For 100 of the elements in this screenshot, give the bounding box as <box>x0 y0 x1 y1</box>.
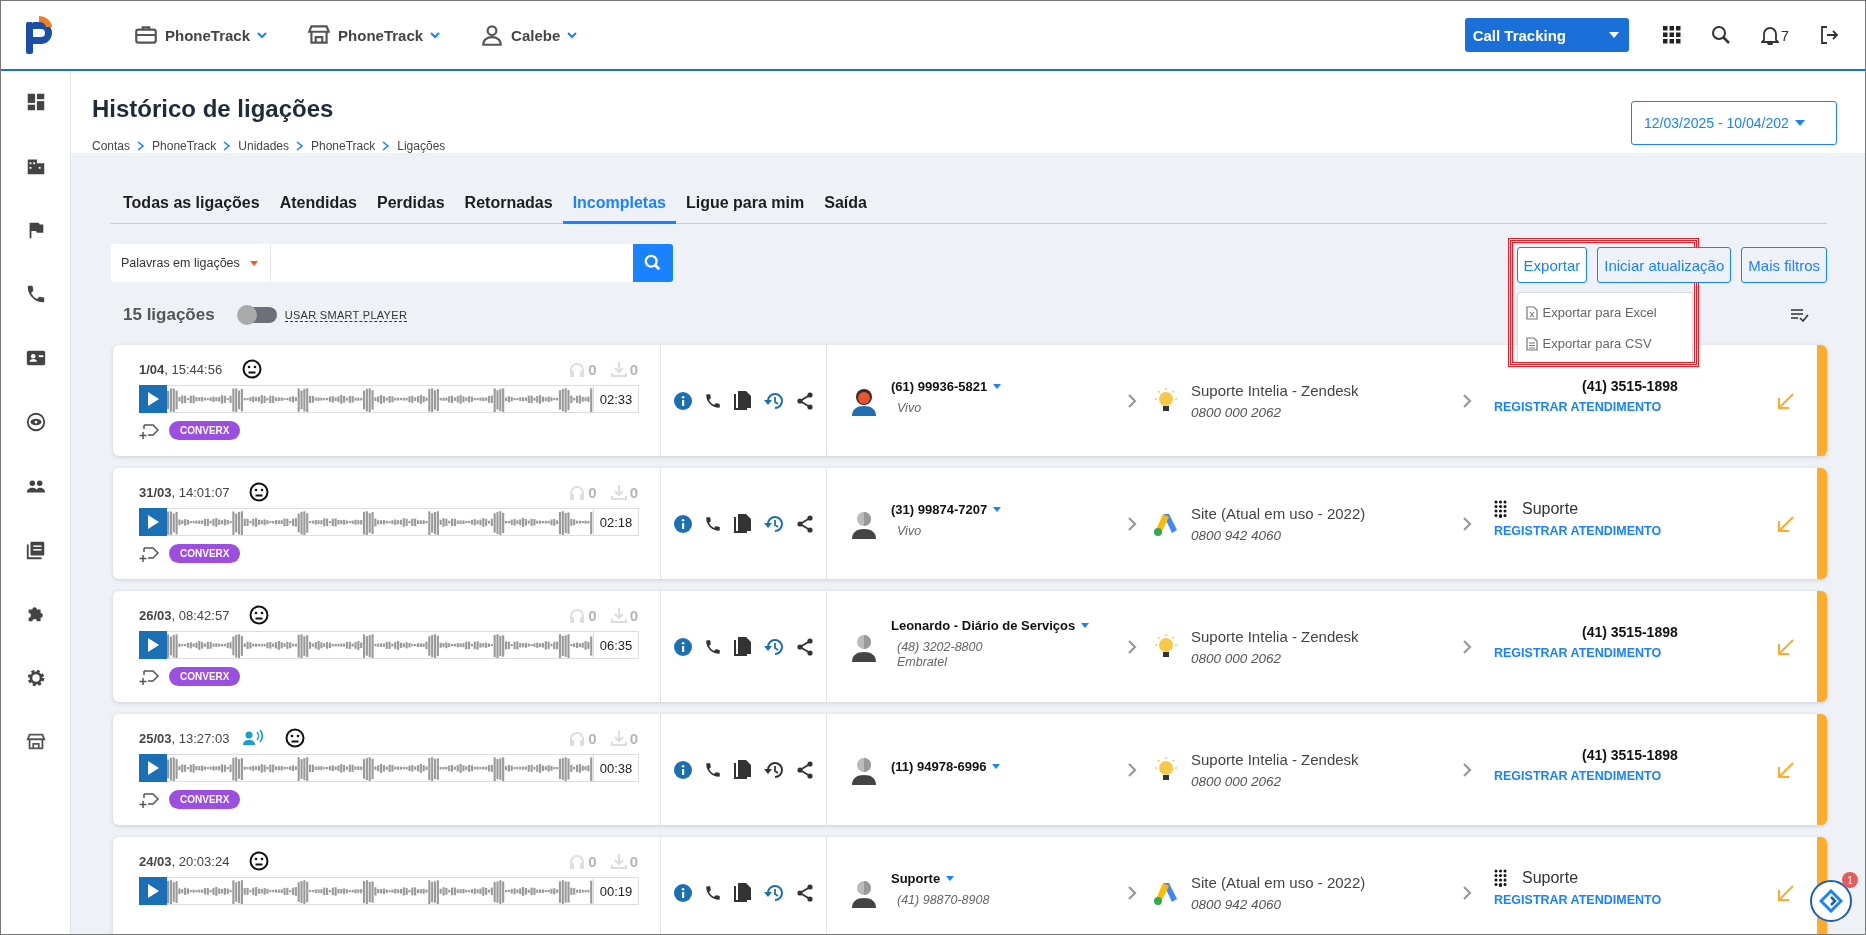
tab[interactable]: Atendidas <box>269 190 367 224</box>
product-dropdown[interactable]: Call Tracking <box>1464 18 1629 52</box>
sort-icon[interactable] <box>1791 308 1809 322</box>
tab[interactable]: Perdidas <box>367 190 455 224</box>
history-icon[interactable] <box>763 760 784 779</box>
account-menu[interactable]: Calebe <box>475 18 583 52</box>
breadcrumb-link[interactable]: Contas <box>92 139 131 153</box>
breadcrumb-link[interactable]: Unidades <box>238 139 289 153</box>
menu-item[interactable]: Exportar para CSV <box>1517 328 1692 359</box>
copy-icon[interactable] <box>733 513 752 534</box>
share-icon[interactable] <box>795 637 814 656</box>
phone-icon[interactable] <box>703 760 722 779</box>
caret-icon[interactable] <box>1081 622 1090 628</box>
notifications-button[interactable]: 7 <box>1754 19 1795 51</box>
filter-dropdown[interactable]: Palavras em ligações <box>111 244 271 282</box>
copy-icon[interactable] <box>733 882 752 903</box>
destination-name: Suporte <box>1522 499 1579 518</box>
register-link[interactable]: REGISTRAR ATENDIMENTO <box>1494 768 1662 783</box>
incoming-arrow-icon <box>1777 883 1795 902</box>
caller-detail: Embratel <box>897 654 949 670</box>
info-icon[interactable] <box>673 760 692 779</box>
share-icon[interactable] <box>795 760 814 779</box>
phone-icon[interactable] <box>703 883 722 902</box>
info-icon[interactable] <box>673 637 692 656</box>
incoming-arrow-icon <box>1777 514 1795 533</box>
share-icon[interactable] <box>795 883 814 902</box>
keypad-icon <box>1494 868 1508 887</box>
caller-name: (11) 94978-6996 <box>891 759 987 774</box>
add-tag-icon[interactable] <box>139 544 159 563</box>
keypad-icon <box>1494 499 1508 518</box>
neutral-face-icon <box>249 605 270 625</box>
phone-icon[interactable] <box>703 637 722 656</box>
download-icon <box>610 607 627 623</box>
add-tag-icon[interactable] <box>139 790 159 809</box>
tab[interactable]: Todas as ligações <box>113 190 270 224</box>
play-icon <box>147 638 159 652</box>
copy-icon[interactable] <box>733 390 752 411</box>
call-duration: 02:18 <box>593 509 638 535</box>
tab[interactable]: Ligue para mim <box>676 190 815 224</box>
caret-icon[interactable] <box>993 507 1002 512</box>
phone-icon[interactable] <box>703 514 722 533</box>
caret-icon[interactable] <box>993 384 1002 389</box>
share-icon[interactable] <box>795 514 814 533</box>
play-button[interactable] <box>139 631 167 659</box>
info-icon[interactable] <box>673 391 692 410</box>
register-link[interactable]: REGISTRAR ATENDIMENTO <box>1494 399 1662 414</box>
download-icon <box>610 361 627 377</box>
breadcrumb-separator-icon <box>296 141 304 151</box>
breadcrumb-link[interactable]: PhoneTrack <box>152 139 217 153</box>
source-number: 0800 000 2062 <box>1191 773 1283 789</box>
tab[interactable]: Retornadas <box>454 190 563 224</box>
chevron-icon <box>256 29 269 41</box>
chevron-right-icon <box>1128 885 1137 900</box>
register-link[interactable]: REGISTRAR ATENDIMENTO <box>1494 523 1662 538</box>
caret-icon <box>249 260 258 266</box>
caret-icon[interactable] <box>992 764 1001 769</box>
account-menu[interactable]: PhoneTrack <box>302 18 446 52</box>
share-icon[interactable] <box>795 391 814 410</box>
action-button[interactable]: Exportar <box>1516 247 1588 283</box>
chevron-right-icon <box>1463 516 1472 531</box>
play-button[interactable] <box>139 508 167 536</box>
sidebar-item[interactable] <box>24 539 47 561</box>
grid-icon <box>1662 26 1681 44</box>
info-icon[interactable] <box>673 883 692 902</box>
phone-icon[interactable] <box>703 391 722 410</box>
account-menu[interactable]: PhoneTrack <box>129 18 273 52</box>
headphones-icon <box>569 607 586 623</box>
add-tag-icon[interactable] <box>139 667 159 686</box>
tag: CONVERX <box>169 790 241 809</box>
search-field[interactable] <box>271 244 633 282</box>
info-icon[interactable] <box>673 514 692 533</box>
caller-detail: Vivo <box>897 524 923 539</box>
sidebar-item[interactable] <box>24 411 47 433</box>
breadcrumb-link[interactable]: PhoneTrack <box>311 139 376 153</box>
breadcrumb-separator-icon <box>223 141 232 151</box>
play-button[interactable] <box>139 754 167 782</box>
register-link[interactable]: REGISTRAR ATENDIMENTO <box>1494 892 1662 907</box>
copy-icon[interactable] <box>733 759 752 780</box>
play-button[interactable] <box>139 385 167 413</box>
tab[interactable]: Saída <box>814 190 877 224</box>
destination-number: (41) 3515-1898 <box>1582 377 1679 394</box>
register-link[interactable]: REGISTRAR ATENDIMENTO <box>1494 645 1662 660</box>
caller-name: Leonardo - Diário de Serviços <box>891 617 1076 633</box>
toggle-switch[interactable] <box>238 307 277 323</box>
neutral-face-icon <box>249 482 270 502</box>
caret-icon[interactable] <box>946 876 955 881</box>
call-datetime: 24/03, 20:03:24 <box>139 853 230 869</box>
play-count: 0 <box>588 483 597 501</box>
add-tag-icon[interactable] <box>139 421 159 440</box>
breadcrumb-link[interactable]: Ligações <box>397 139 446 153</box>
copy-icon[interactable] <box>733 636 752 657</box>
toggle-label[interactable]: USAR SMART PLAYER <box>284 308 408 322</box>
play-button[interactable] <box>139 877 167 905</box>
date-range-picker[interactable]: 12/03/2025 - 10/04/202 <box>1631 101 1837 145</box>
download-count: 0 <box>629 852 638 870</box>
neutral-face-icon <box>249 851 270 871</box>
play-icon <box>147 392 159 406</box>
chevron-right-icon <box>1128 762 1137 777</box>
menu-item[interactable]: Exportar para Excel <box>1517 297 1692 328</box>
caller-name: Suporte <box>891 871 941 886</box>
